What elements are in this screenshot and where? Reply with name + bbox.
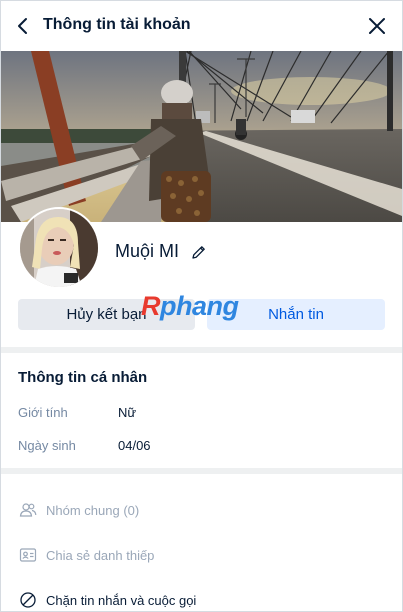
- cover-photo[interactable]: [1, 51, 402, 222]
- back-button[interactable]: [11, 14, 35, 38]
- gender-label: Giới tính: [18, 405, 68, 420]
- cover-image: [1, 51, 402, 222]
- close-button[interactable]: [365, 14, 389, 38]
- birthday-value: 04/06: [118, 438, 151, 453]
- personal-info-title: Thông tin cá nhân: [18, 369, 148, 386]
- gender-value: Nữ: [118, 405, 137, 420]
- pencil-icon[interactable]: [191, 244, 207, 260]
- avatar[interactable]: [18, 207, 100, 289]
- birthday-label: Ngày sinh: [18, 438, 76, 453]
- users-icon: [18, 500, 38, 520]
- section-divider: [1, 347, 402, 353]
- unfriend-button[interactable]: Hủy kết bạn: [18, 299, 195, 330]
- block-icon: [18, 590, 38, 610]
- account-info-panel: Thông tin tài khoản Muội MI Hủy kết bạn …: [0, 0, 403, 612]
- common-groups-item[interactable]: Nhóm chung (0): [18, 498, 139, 522]
- panel-title: Thông tin tài khoản: [43, 16, 191, 33]
- profile-name: Muội MI: [115, 241, 180, 261]
- message-button[interactable]: Nhắn tin: [207, 299, 385, 330]
- panel-header: Thông tin tài khoản: [1, 1, 402, 51]
- block-item[interactable]: Chặn tin nhắn và cuộc gọi: [18, 588, 197, 611]
- close-icon: [369, 18, 385, 34]
- common-groups-label: Nhóm chung (0): [46, 502, 140, 518]
- profile-name-row: Muội MI: [115, 241, 207, 262]
- share-contact-label: Chia sẻ danh thiếp: [46, 547, 155, 563]
- share-contact-item[interactable]: Chia sẻ danh thiếp: [18, 543, 154, 567]
- section-divider: [1, 468, 402, 474]
- chevron-left-icon: [18, 18, 27, 34]
- contact-card-icon: [18, 545, 38, 565]
- avatar-image: [20, 209, 98, 287]
- block-label: Chặn tin nhắn và cuộc gọi: [46, 592, 197, 608]
